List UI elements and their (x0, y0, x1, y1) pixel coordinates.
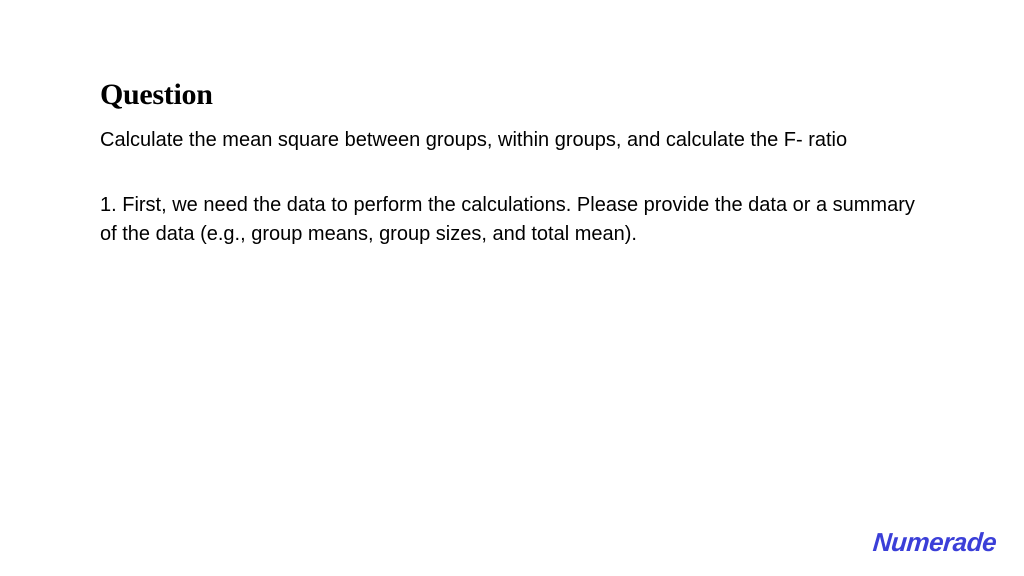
question-heading: Question (100, 78, 924, 112)
logo-text: Numerade (871, 527, 997, 558)
answer-step-1: 1. First, we need the data to perform th… (100, 191, 924, 249)
numerade-logo: Numerade (873, 527, 996, 558)
content-container: Question Calculate the mean square betwe… (0, 0, 1024, 249)
question-prompt: Calculate the mean square between groups… (100, 126, 924, 155)
